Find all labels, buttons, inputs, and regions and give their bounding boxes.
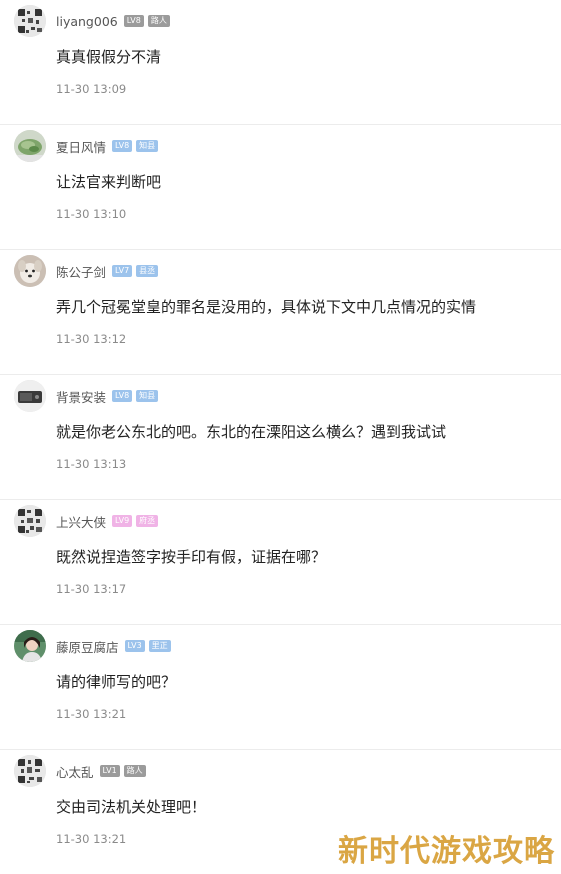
rank-badge: 县丞 [136,265,159,277]
comment-item: 夏日风情 LV8 知县 让法官来判断吧 11-30 13:10 [0,125,561,250]
dog-photo-avatar-icon[interactable] [14,255,46,287]
username-link[interactable]: 背景安装 [56,387,106,406]
comment-timestamp: 11-30 13:17 [56,582,127,596]
person-photo-avatar-icon[interactable] [14,630,46,662]
comment-header: 心太乱 LV1 路人 [56,762,146,780]
comment-item: 陈公子剑 LV7 县丞 弄几个冠冕堂皇的罪名是没用的，具体说下文中几点情况的实情… [0,250,561,375]
comment-list-page: liyang006 LV8 路人 真真假假分不清 11-30 13:09 夏日风… [0,0,561,874]
rank-badge: 知县 [136,390,159,402]
level-badge: LV7 [112,265,133,277]
comment-text: 交由司法机关处理吧！ [56,798,207,816]
comment-timestamp: 11-30 13:10 [56,207,127,221]
qr-pattern-avatar-icon[interactable] [14,5,46,37]
username-link[interactable]: liyang006 [56,14,118,29]
comment-timestamp: 11-30 13:12 [56,332,127,346]
level-badge: LV1 [99,765,120,777]
username-link[interactable]: 上兴大侠 [56,512,106,531]
rank-badge: 知县 [136,140,159,152]
comment-text: 真真假假分不清 [56,48,162,66]
comment-timestamp: 11-30 13:21 [56,707,127,721]
comment-header: 背景安装 LV8 知县 [56,387,159,406]
username-link[interactable]: 陈公子剑 [56,262,106,281]
username-link[interactable]: 夏日风情 [56,137,106,156]
comment-item: 藤原豆腐店 LV3 里正 请的律师写的吧？ 11-30 13:21 [0,625,561,750]
comment-item: liyang006 LV8 路人 真真假假分不清 11-30 13:09 [0,0,561,125]
level-badge: LV8 [112,390,133,402]
plant-photo-avatar-icon[interactable] [14,130,46,162]
level-badge: LV8 [112,140,133,152]
comment-header: 藤原豆腐店 LV3 里正 [56,637,171,655]
comment-text: 弄几个冠冕堂皇的罪名是没用的，具体说下文中几点情况的实情 [56,298,477,316]
watermark-text: 新时代游戏攻略 [338,834,555,869]
comment-timestamp: 11-30 13:09 [56,82,127,96]
comment-item: 背景安装 LV8 知县 就是你老公东北的吧。东北的在溧阳这么横么？遇到我试试 1… [0,375,561,500]
level-badge: LV8 [123,15,144,27]
level-badge: LV9 [112,515,133,527]
level-badge: LV3 [124,640,145,652]
qr-pattern-avatar-icon[interactable] [14,755,46,787]
comment-header: liyang006 LV8 路人 [56,12,170,30]
username-link[interactable]: 藤原豆腐店 [56,637,119,656]
comment-header: 上兴大侠 LV9 府丞 [56,512,159,531]
comment-header: 陈公子剑 LV7 县丞 [56,262,159,281]
comment-item: 上兴大侠 LV9 府丞 既然说捏造签字按手印有假，证据在哪？ 11-30 13:… [0,500,561,625]
rank-badge: 里正 [148,640,171,652]
device-photo-avatar-icon[interactable] [14,380,46,412]
comment-text: 让法官来判断吧 [56,173,162,191]
rank-badge: 路人 [123,765,146,777]
qr-pattern-avatar-icon[interactable] [14,505,46,537]
comment-header: 夏日风情 LV8 知县 [56,137,159,156]
username-link[interactable]: 心太乱 [56,762,94,781]
rank-badge: 路人 [147,15,170,27]
rank-badge: 府丞 [136,515,159,527]
comment-text: 请的律师写的吧？ [56,673,177,691]
comment-text: 既然说捏造签字按手印有假，证据在哪？ [56,548,327,566]
comment-timestamp: 11-30 13:21 [56,832,127,846]
comment-timestamp: 11-30 13:13 [56,457,127,471]
comment-text: 就是你老公东北的吧。东北的在溧阳这么横么？遇到我试试 [56,423,447,441]
